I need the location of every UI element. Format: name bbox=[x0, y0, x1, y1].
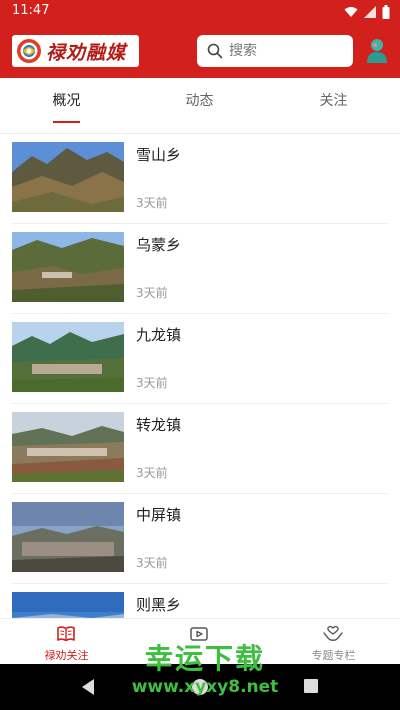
home-icon[interactable] bbox=[191, 678, 209, 696]
wifi-icon bbox=[344, 7, 358, 17]
list-item[interactable]: 中屏镇 3天前 bbox=[0, 494, 400, 584]
book-icon bbox=[57, 626, 75, 642]
tab-label: 概况 bbox=[52, 93, 81, 109]
video-icon bbox=[190, 627, 208, 641]
tab-active-indicator bbox=[53, 121, 80, 123]
bottom-nav: 禄劝关注 专题专栏 bbox=[0, 618, 400, 665]
list-item[interactable]: 乌蒙乡 3天前 bbox=[0, 224, 400, 314]
nav-label: 专题专栏 bbox=[311, 649, 356, 662]
item-time: 3天前 bbox=[136, 286, 168, 300]
item-title: 九龙镇 bbox=[136, 326, 182, 344]
thumbnail-image bbox=[12, 412, 124, 482]
logo-text: 禄劝融媒 bbox=[46, 41, 127, 64]
list-item[interactable]: 转龙镇 3天前 bbox=[0, 404, 400, 494]
status-time: 11:47 bbox=[12, 3, 50, 18]
back-icon[interactable] bbox=[80, 678, 96, 696]
nav-item-lucuan-focus[interactable]: 禄劝关注 bbox=[0, 619, 133, 665]
nav-label: 禄劝关注 bbox=[44, 649, 89, 662]
app-header: 禄劝融媒 bbox=[0, 24, 400, 78]
thumbnail-image bbox=[12, 592, 124, 618]
item-title: 转龙镇 bbox=[136, 416, 182, 434]
item-time: 3天前 bbox=[136, 556, 168, 570]
thumbnail-image bbox=[12, 322, 124, 392]
thumbnail-image bbox=[12, 232, 124, 302]
status-icons bbox=[344, 4, 390, 20]
item-time: 3天前 bbox=[136, 196, 168, 210]
item-title: 中屏镇 bbox=[136, 506, 182, 524]
logo-mark-icon bbox=[17, 39, 41, 63]
tab-follow[interactable]: 关注 bbox=[267, 78, 400, 133]
system-nav-bar bbox=[0, 664, 400, 710]
signal-icon bbox=[364, 6, 376, 18]
recents-icon[interactable] bbox=[303, 678, 319, 694]
search-box[interactable] bbox=[197, 35, 353, 67]
hands-icon bbox=[323, 625, 343, 641]
user-avatar-icon[interactable] bbox=[366, 38, 388, 64]
list-item[interactable]: 九龙镇 3天前 bbox=[0, 314, 400, 404]
app-logo[interactable]: 禄劝融媒 bbox=[12, 35, 139, 67]
item-time: 3天前 bbox=[136, 376, 168, 390]
tab-label: 动态 bbox=[185, 93, 214, 109]
search-icon bbox=[207, 43, 223, 59]
tab-news[interactable]: 动态 bbox=[133, 78, 266, 133]
nav-item-special-topics[interactable]: 专题专栏 bbox=[267, 619, 400, 665]
thumbnail-image bbox=[12, 502, 124, 572]
list-item[interactable]: 则黑乡 bbox=[0, 584, 400, 618]
item-title: 乌蒙乡 bbox=[136, 236, 182, 254]
thumbnail-image bbox=[12, 142, 124, 212]
item-title: 则黑乡 bbox=[136, 596, 182, 614]
battery-icon bbox=[382, 5, 390, 19]
tab-overview[interactable]: 概况 bbox=[0, 78, 133, 133]
tab-label: 关注 bbox=[319, 93, 348, 109]
list-item[interactable]: 雪山乡 3天前 bbox=[0, 134, 400, 224]
item-time: 3天前 bbox=[136, 466, 168, 480]
article-list: 雪山乡 3天前 乌蒙乡 3天前 九龙镇 3天前 转龙镇 3天前 中屏镇 3天前 … bbox=[0, 134, 400, 618]
nav-item-video[interactable] bbox=[133, 619, 266, 665]
tab-bar: 概况 动态 关注 bbox=[0, 78, 400, 134]
status-bar: 11:47 bbox=[0, 0, 400, 24]
item-title: 雪山乡 bbox=[136, 146, 182, 164]
search-input[interactable] bbox=[229, 43, 339, 59]
